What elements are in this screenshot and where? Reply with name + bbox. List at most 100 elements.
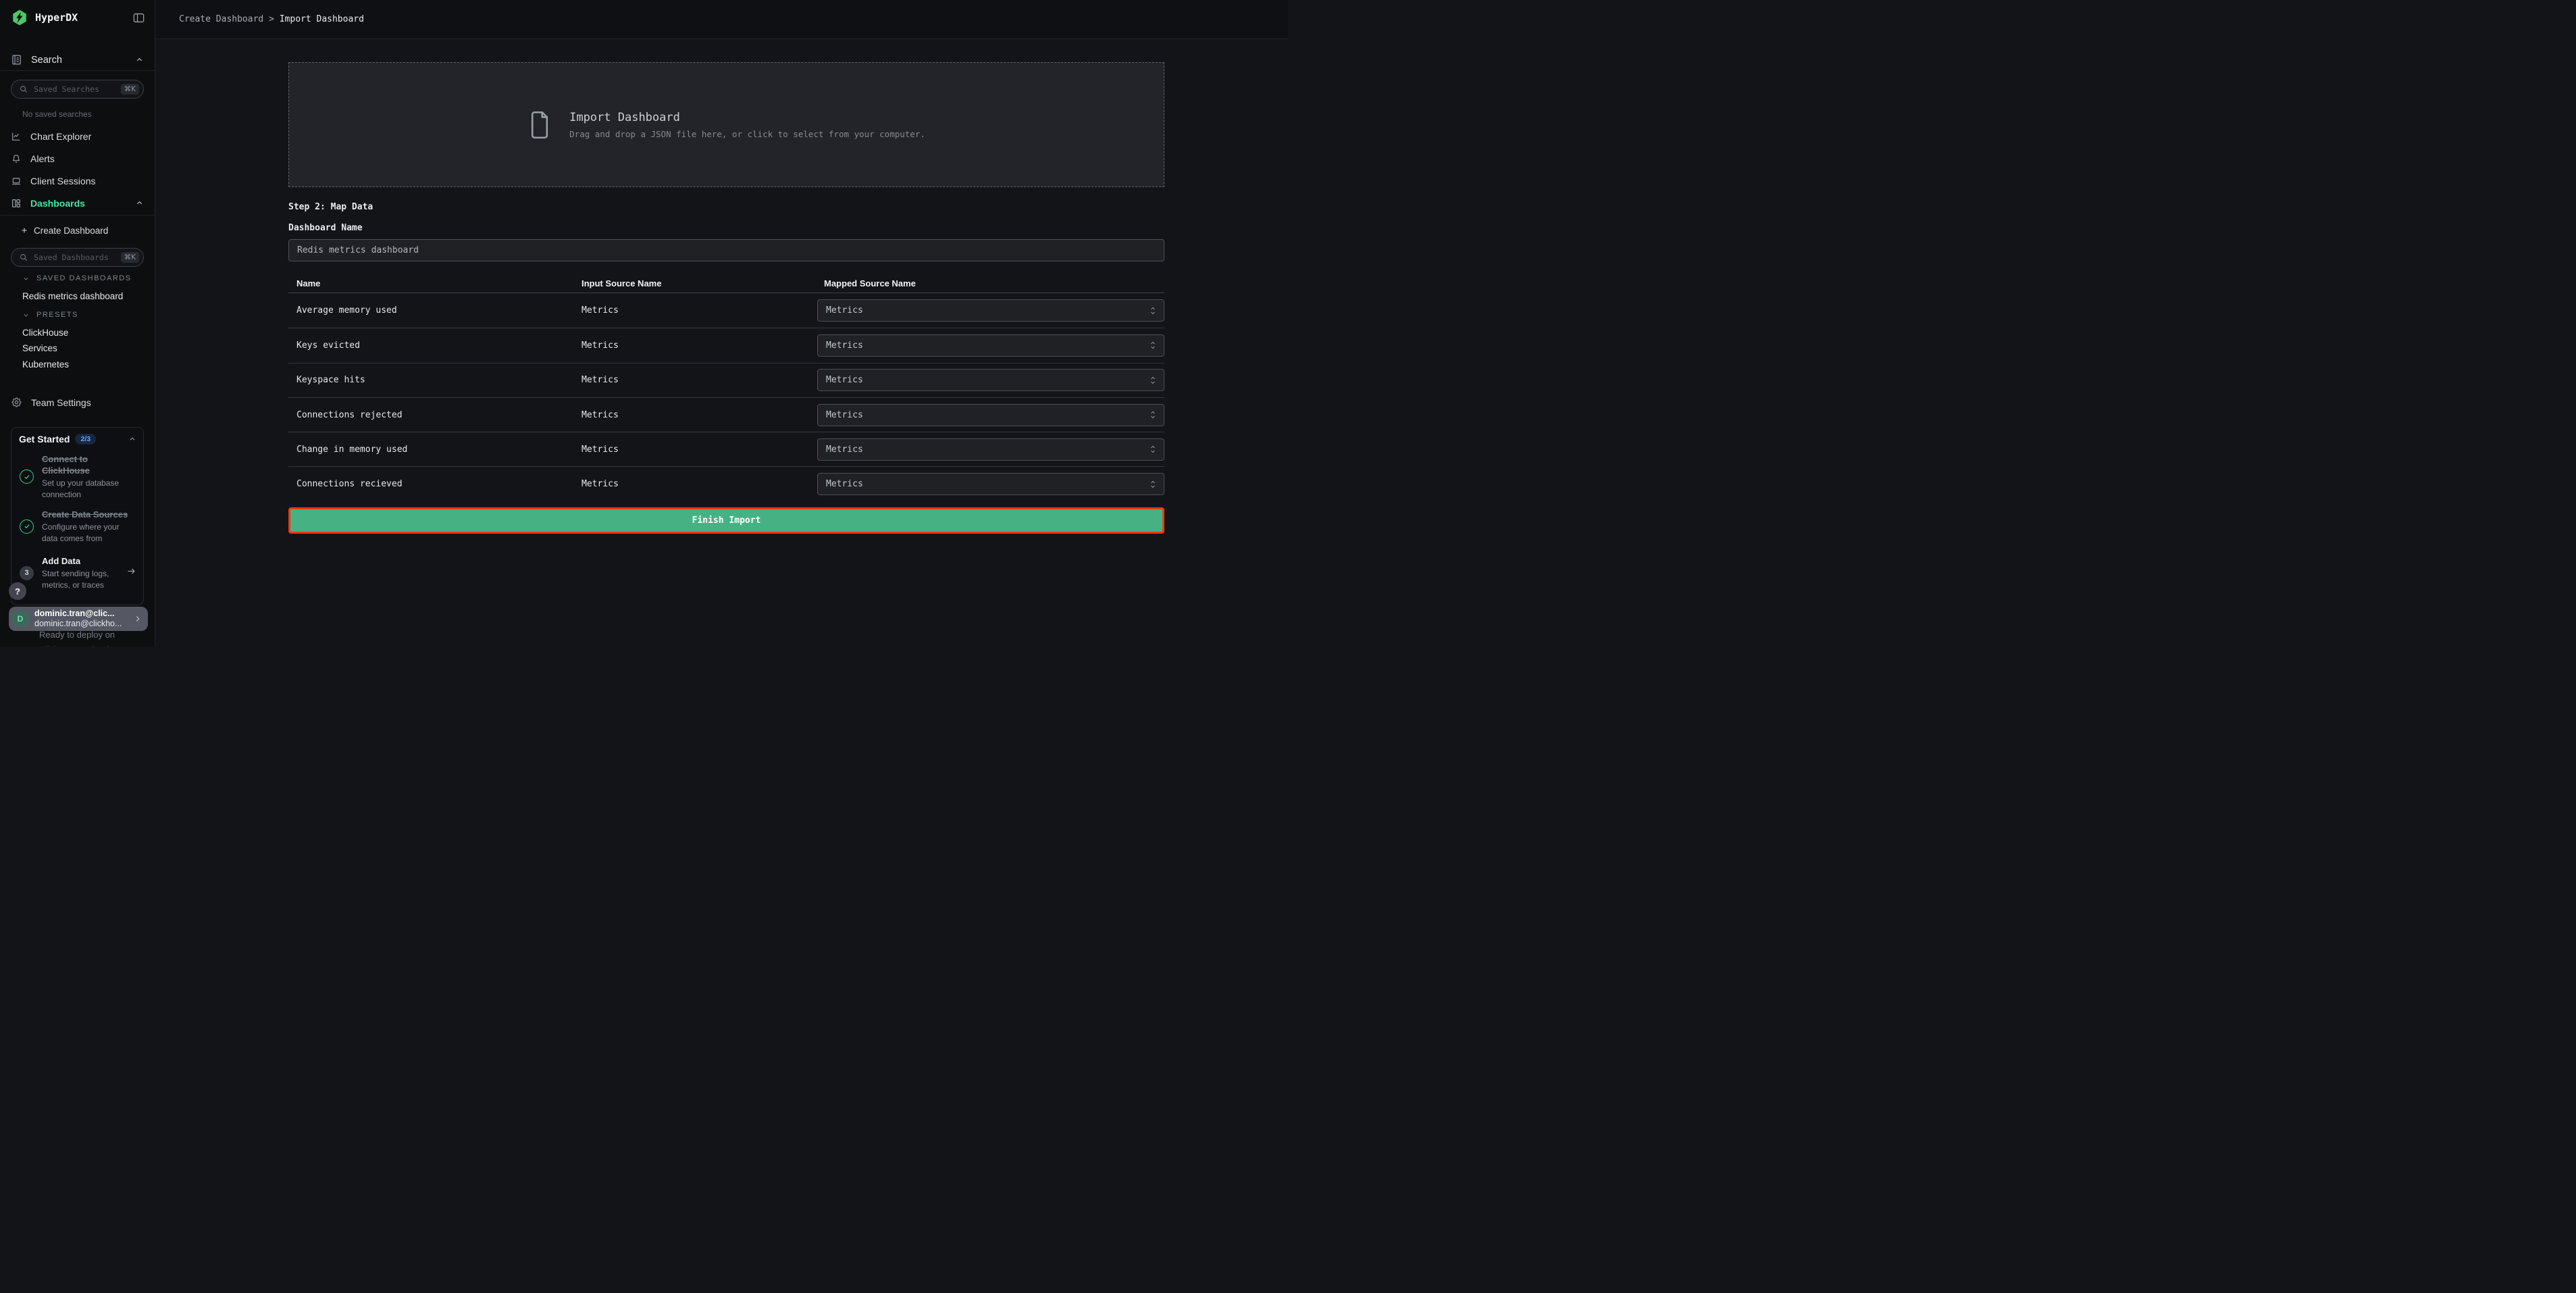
mapped-source-select[interactable]: Metrics: [817, 404, 1164, 426]
mapped-source-select[interactable]: Metrics: [817, 438, 1164, 461]
saved-searches-input[interactable]: Saved Searches ⌘K: [11, 80, 144, 99]
arrow-right-icon: [126, 566, 136, 580]
presets-section-header[interactable]: PRESETS: [22, 311, 78, 319]
get-started-item-add-data[interactable]: 3 Add Data Start sending logs, metrics, …: [19, 555, 136, 590]
chart-name-cell: Connections rejected: [288, 410, 582, 420]
sidebar-item-team-settings[interactable]: Team Settings: [0, 391, 155, 413]
saved-dashboards-section-header[interactable]: SAVED DASHBOARDS: [22, 274, 132, 282]
saved-dashboards-input[interactable]: Saved Dashboards ⌘K: [11, 248, 144, 267]
dropzone-title: Import Dashboard: [569, 111, 925, 124]
selector-chevrons-icon: [1149, 376, 1157, 385]
chevron-up-icon: [135, 199, 144, 207]
table-row: Connections rejected Metrics Metrics: [288, 397, 1164, 432]
hyperdx-logo-icon: [11, 9, 28, 26]
collapse-sidebar-icon[interactable]: [132, 11, 145, 24]
dashboard-name-input[interactable]: [288, 239, 1164, 261]
dropzone-subtitle: Drag and drop a JSON file here, or click…: [569, 129, 925, 139]
chart-name-cell: Average memory used: [288, 305, 582, 315]
input-source-cell: Metrics: [582, 340, 817, 351]
table-row: Average memory used Metrics Metrics: [288, 293, 1164, 328]
table-row: Keyspace hits Metrics Metrics: [288, 363, 1164, 397]
search-icon: [19, 253, 28, 262]
step-heading: Step 2: Map Data: [288, 202, 1164, 212]
sidebar-item-label: Alerts: [30, 153, 144, 164]
task-title: Connect to ClickHouse: [42, 453, 133, 476]
shortcut-badge: ⌘K: [121, 252, 139, 263]
get-started-header[interactable]: Get Started 2/3: [19, 434, 136, 445]
search-section-label: Search: [31, 55, 135, 66]
topbar: Create Dashboard > Import Dashboard: [155, 0, 1288, 39]
sidebar-item-chart-explorer[interactable]: Chart Explorer: [0, 125, 155, 147]
section-header-label: SAVED DASHBOARDS: [36, 274, 132, 282]
source-mapping-table: Name Input Source Name Mapped Source Nam…: [288, 274, 1164, 501]
user-account-chip[interactable]: D dominic.tran@clic... dominic.tran@clic…: [9, 607, 148, 631]
gear-icon: [11, 397, 22, 408]
json-file-dropzone[interactable]: Import Dashboard Drag and drop a JSON fi…: [288, 62, 1164, 187]
selector-chevrons-icon: [1149, 306, 1157, 315]
chart-name-cell: Keyspace hits: [288, 375, 582, 385]
table-row: Connections recieved Metrics Metrics: [288, 466, 1164, 501]
table-row: Keys evicted Metrics Metrics: [288, 328, 1164, 362]
preset-item-services[interactable]: Services: [22, 343, 57, 353]
get-started-item-sources[interactable]: Create Data Sources Configure where your…: [19, 509, 136, 544]
dashboard-name-label: Dashboard Name: [288, 223, 1164, 233]
sidebar-item-label: Client Sessions: [30, 176, 144, 186]
selector-chevrons-icon: [1149, 340, 1157, 350]
breadcrumb-current: Import Dashboard: [280, 14, 364, 24]
help-button[interactable]: ?: [9, 582, 26, 600]
get-started-item-connect[interactable]: Connect to ClickHouse Set up your databa…: [19, 453, 136, 500]
chart-name-cell: Change in memory used: [288, 445, 582, 455]
brand-name: HyperDX: [35, 11, 132, 24]
input-source-cell: Metrics: [582, 375, 817, 385]
breadcrumb-separator: >: [269, 14, 280, 24]
mapped-source-select[interactable]: Metrics: [817, 299, 1164, 322]
selected-source-value: Metrics: [826, 410, 1149, 420]
input-source-cell: Metrics: [582, 445, 817, 455]
sidebar-item-label: Dashboards: [30, 198, 135, 209]
saved-dashboards-placeholder: Saved Dashboards: [34, 253, 121, 262]
chart-line-icon: [11, 131, 22, 142]
create-dashboard-button[interactable]: Create Dashboard: [0, 223, 155, 238]
bell-icon: [11, 153, 22, 164]
laptop-icon: [11, 176, 22, 186]
import-dashboard-panel: Import Dashboard Drag and drop a JSON fi…: [288, 62, 1164, 534]
mapped-source-select[interactable]: Metrics: [817, 334, 1164, 357]
search-section-header[interactable]: Search: [0, 49, 155, 71]
user-email: dominic.tran@clickho...: [34, 619, 133, 629]
breadcrumb-parent[interactable]: Create Dashboard: [179, 14, 263, 24]
section-header-label: PRESETS: [36, 311, 78, 319]
no-saved-searches-text: No saved searches: [22, 109, 92, 119]
saved-searches-placeholder: Saved Searches: [34, 84, 121, 94]
mapped-source-select[interactable]: Metrics: [817, 369, 1164, 391]
user-name: dominic.tran@clic...: [34, 609, 133, 619]
chevron-up-icon: [128, 435, 136, 443]
dashboard-layout-icon: [11, 198, 22, 209]
check-circle-icon: [20, 470, 34, 484]
sidebar-item-alerts[interactable]: Alerts: [0, 147, 155, 170]
saved-dashboard-item[interactable]: Redis metrics dashboard: [22, 291, 123, 301]
sidebar-header: HyperDX: [0, 0, 155, 35]
sidebar-item-client-sessions[interactable]: Client Sessions: [0, 170, 155, 192]
selector-chevrons-icon: [1149, 480, 1157, 489]
input-source-cell: Metrics: [582, 305, 817, 315]
search-icon: [19, 84, 28, 94]
task-description: Start sending logs, metrics, or traces: [42, 568, 118, 590]
task-description: Configure where your data comes from: [42, 522, 133, 544]
finish-import-button[interactable]: Finish Import: [288, 507, 1164, 534]
chart-name-cell: Connections recieved: [288, 479, 582, 489]
preset-item-kubernetes[interactable]: Kubernetes: [22, 359, 69, 370]
selected-source-value: Metrics: [826, 479, 1149, 489]
breadcrumb: Create Dashboard > Import Dashboard: [179, 14, 364, 24]
mapped-source-select[interactable]: Metrics: [817, 473, 1164, 495]
chart-name-cell: Keys evicted: [288, 340, 582, 351]
chevron-down-icon: [22, 275, 30, 282]
table-row: Change in memory used Metrics Metrics: [288, 432, 1164, 466]
preset-item-clickhouse[interactable]: ClickHouse: [22, 328, 68, 338]
sidebar: HyperDX Search Saved Searches ⌘K No save…: [0, 0, 155, 646]
input-source-cell: Metrics: [582, 479, 817, 489]
sidebar-item-dashboards[interactable]: Dashboards: [0, 192, 155, 214]
selected-source-value: Metrics: [826, 375, 1149, 385]
get-started-card: Get Started 2/3 Connect to ClickHouse Se…: [11, 427, 144, 605]
table-header-row: Name Input Source Name Mapped Source Nam…: [288, 274, 1164, 293]
get-started-title: Get Started: [19, 434, 70, 445]
